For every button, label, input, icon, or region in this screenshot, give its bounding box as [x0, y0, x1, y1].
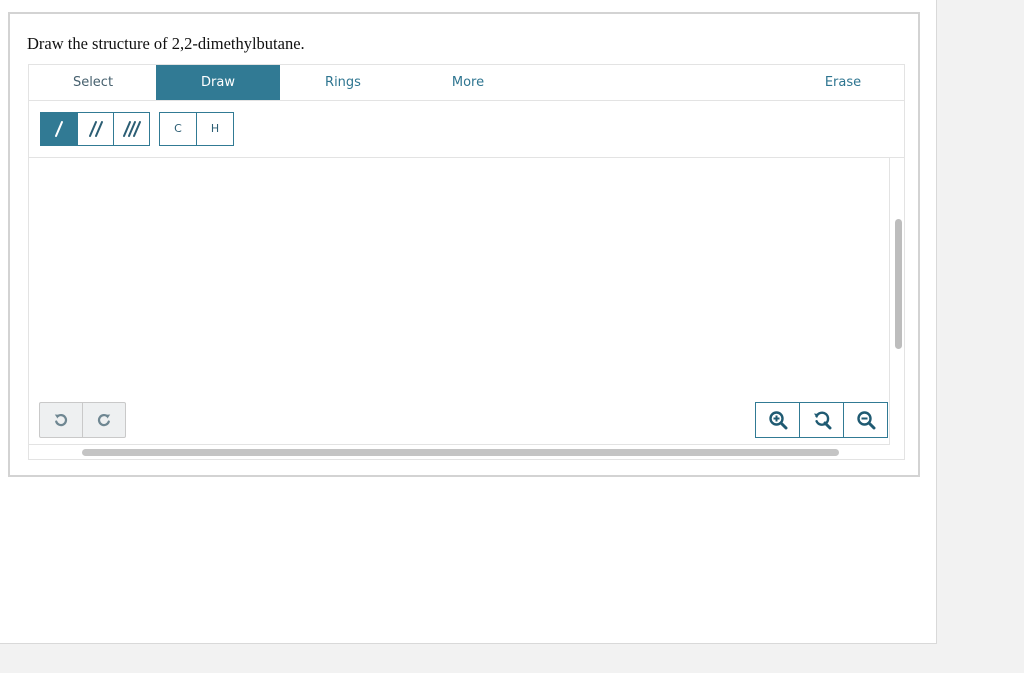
redo-icon — [97, 413, 111, 427]
single-bond-icon — [55, 121, 63, 137]
bond-tool-group — [40, 112, 150, 146]
redo-button[interactable] — [82, 403, 125, 437]
zoom-reset-button[interactable] — [799, 403, 843, 437]
tab-more[interactable]: More — [406, 65, 530, 100]
triple-bond-button[interactable] — [113, 113, 149, 145]
history-controls — [39, 402, 126, 438]
double-bond-icon — [88, 121, 103, 137]
zoom-out-icon — [856, 411, 875, 430]
double-bond-button[interactable] — [77, 113, 113, 145]
triple-bond-icon — [122, 121, 141, 137]
hydrogen-atom-button[interactable]: H — [196, 113, 233, 145]
draw-toolbar: C H — [29, 101, 904, 158]
question-box: Draw the structure of 2,2-dimethylbutane… — [8, 12, 920, 477]
vertical-scrollbar[interactable] — [895, 219, 902, 349]
zoom-in-button[interactable] — [756, 403, 799, 437]
carbon-atom-button[interactable]: C — [160, 113, 196, 145]
structure-editor: Select Draw Rings More Erase C H — [28, 64, 905, 460]
editor-tabs: Select Draw Rings More Erase — [29, 65, 904, 101]
tab-select[interactable]: Select — [31, 65, 155, 100]
tab-draw[interactable]: Draw — [156, 65, 280, 100]
undo-button[interactable] — [40, 403, 82, 437]
zoom-reset-icon — [813, 411, 831, 430]
single-bond-button[interactable] — [41, 113, 77, 145]
zoom-controls — [755, 402, 888, 438]
page: Draw the structure of 2,2-dimethylbutane… — [0, 0, 937, 644]
atom-tool-group: C H — [159, 112, 234, 146]
question-text: Draw the structure of 2,2-dimethylbutane… — [27, 34, 305, 53]
horizontal-scrollbar[interactable] — [82, 449, 839, 456]
zoom-out-button[interactable] — [843, 403, 887, 437]
zoom-in-icon — [768, 411, 787, 430]
tab-erase[interactable]: Erase — [781, 65, 905, 100]
undo-icon — [54, 413, 68, 427]
tab-rings[interactable]: Rings — [281, 65, 405, 100]
